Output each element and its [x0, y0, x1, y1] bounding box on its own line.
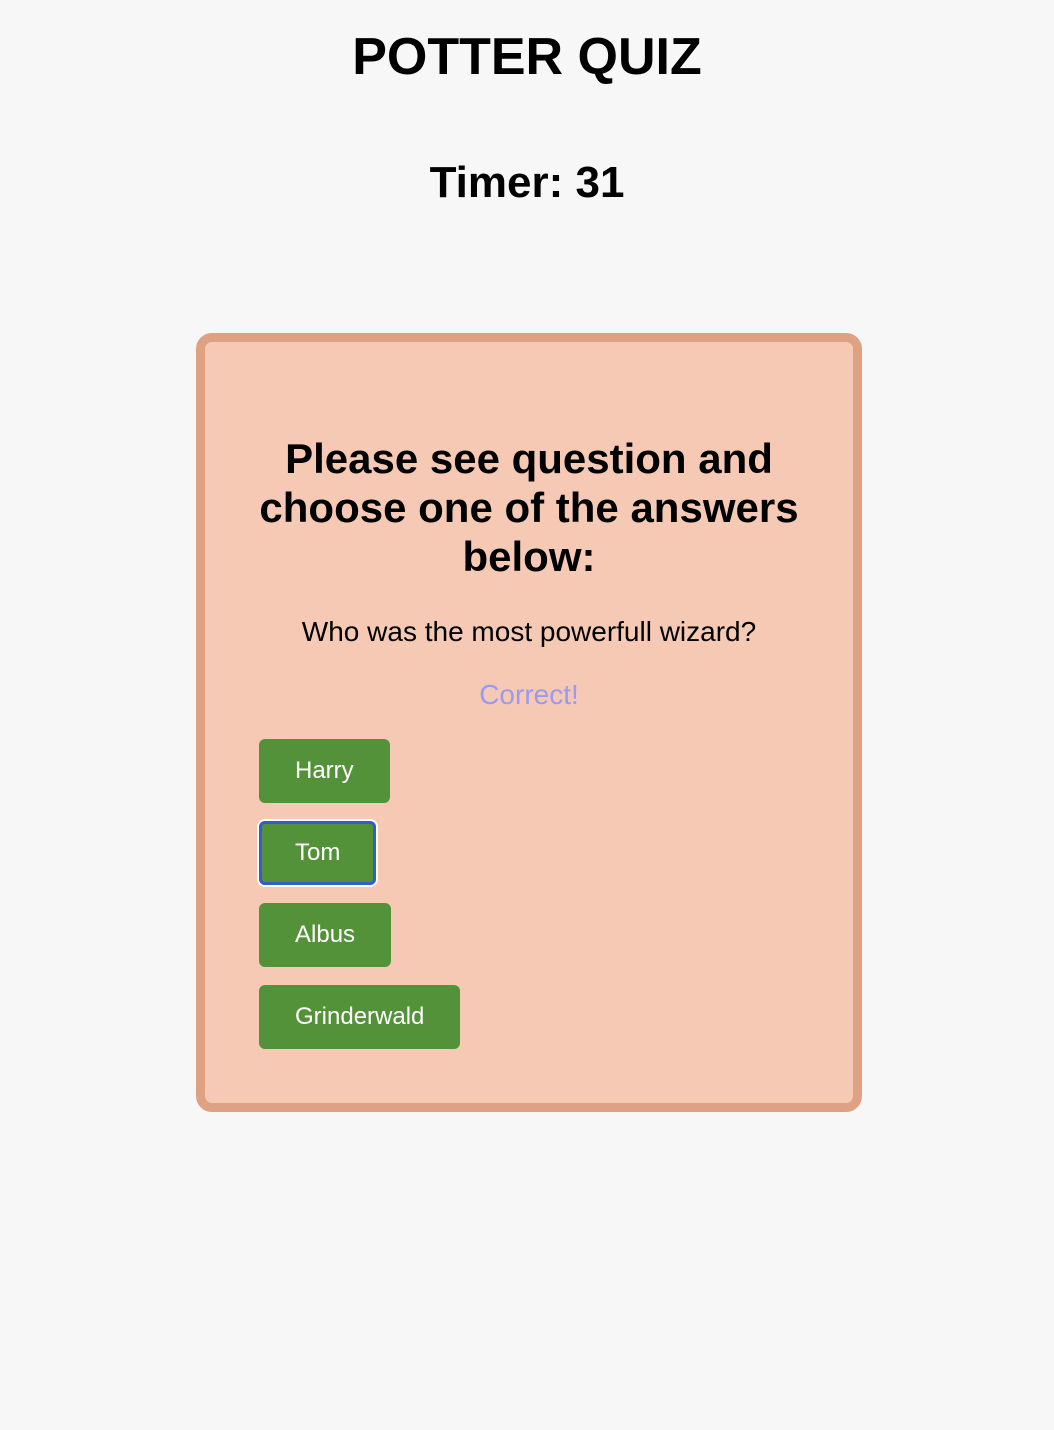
quiz-card: Please see question and choose one of th… — [196, 333, 862, 1112]
answer-button-grinderwald[interactable]: Grinderwald — [259, 985, 461, 1049]
answer-button-albus[interactable]: Albus — [259, 903, 392, 967]
answer-feedback: Correct! — [479, 679, 579, 710]
answer-button-harry[interactable]: Harry — [259, 739, 390, 803]
timer: Timer: 31 — [429, 158, 625, 207]
answer-button-tom[interactable]: Tom — [259, 821, 377, 885]
page-title: POTTER QUIZ — [352, 28, 702, 86]
question-text: Who was the most powerfull wizard? — [301, 616, 757, 647]
quiz-instructions: Please see question and choose one of th… — [259, 435, 799, 580]
